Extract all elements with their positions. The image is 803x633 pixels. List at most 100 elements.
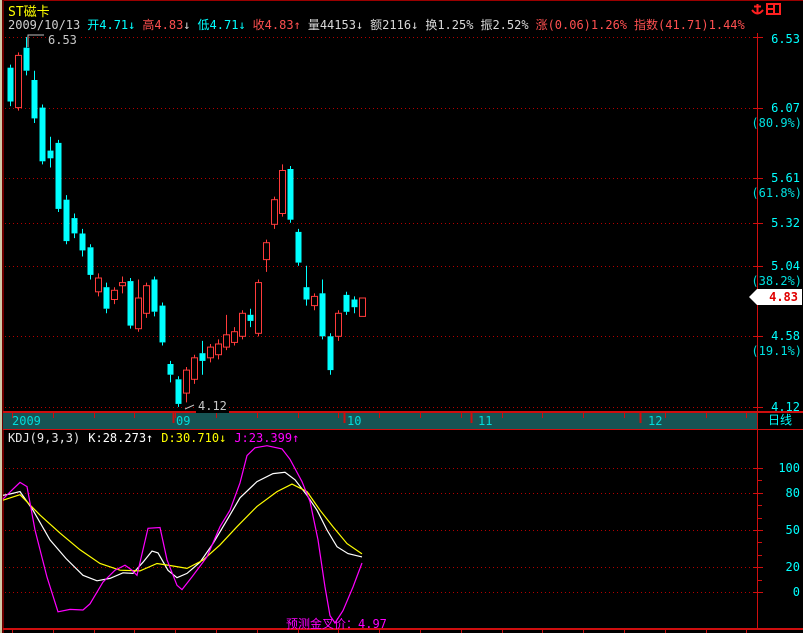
trend-arrow-icon: ↓ (238, 18, 246, 32)
trend-arrow-icon: ↓ (183, 18, 191, 32)
kdj-value-j: J:23.399↑ (234, 431, 300, 445)
kdj-axis-label: 20 (785, 559, 800, 574)
candle-down (351, 296, 358, 314)
kdj-j-line (2, 445, 363, 625)
chart-canvas (2, 34, 802, 633)
candle-up (207, 344, 214, 363)
info-bar: 2009/10/13 开4.71↓ 高4.83↓ 低4.71↓ 收4.83↑ 量44153… (8, 16, 759, 33)
month-label: 12 (648, 414, 663, 428)
candle-up (359, 297, 366, 317)
kdj-axis-label: 0 (792, 584, 800, 599)
candle-up (271, 196, 278, 229)
candle-up (15, 52, 22, 111)
candle-up (263, 239, 270, 272)
fib-percent-label: (61.8%) (751, 185, 802, 200)
current-price-tag: 4.83 (769, 290, 798, 304)
fib-percent-label: (38.2%) (751, 273, 802, 288)
candle-down (175, 376, 182, 407)
candle-down (47, 136, 54, 168)
candle-down (327, 333, 334, 375)
price-axis-label: 5.32 (771, 215, 800, 230)
candle-up (239, 310, 246, 340)
candle-down (31, 70, 38, 123)
price-axis-label: 5.61 (771, 170, 800, 185)
month-label: 11 (478, 414, 493, 428)
info-field: 额2116↓ (370, 18, 419, 32)
kdj-axis-label: 80 (785, 485, 800, 500)
candle-up (215, 339, 222, 360)
candle-up (183, 367, 190, 403)
candle-down (127, 277, 134, 329)
candle-up (335, 310, 342, 341)
window-left-border (2, 0, 4, 633)
fib-percent-label: (19.1%) (751, 343, 802, 358)
candle-up (279, 164, 286, 217)
price-axis-label: 6.53 (771, 32, 800, 46)
candle-down (159, 302, 166, 346)
fib-percent-label: (80.9%) (751, 115, 802, 130)
candle-up (255, 279, 262, 337)
candle-up (111, 287, 118, 305)
candle-down (87, 244, 94, 280)
candle-down (79, 228, 86, 257)
candle-up (191, 354, 198, 384)
anchor-icon[interactable] (750, 2, 765, 18)
date-axis-bar (3, 413, 758, 429)
trend-arrow-icon: ↓ (128, 18, 136, 32)
info-field: 低4.71↓ (197, 18, 246, 32)
high-price-label: 6.53 (46, 33, 79, 47)
kdj-header: KDJ(9,3,3) K:28.273↑ D:30.710↓ J:23.399↑ (8, 431, 315, 445)
candle-down (151, 276, 158, 317)
stock-chart-window: ST磁卡 2009/10/13 开4.71↓ 高4.83↓ 低4.71↓ 收4.83↑ 量… (0, 0, 803, 633)
year-label: 2009 (12, 414, 41, 428)
candle-down (295, 228, 302, 266)
info-field: 收4.83↑ (252, 18, 301, 32)
candle-up (231, 327, 238, 346)
info-field: 涨(0.06)1.26% (535, 18, 628, 32)
low-price-label: 4.12 (196, 399, 229, 413)
price-axis-label: 6.07 (771, 100, 800, 115)
info-field: 开4.71↓ (87, 18, 136, 32)
kdj-value-k: K:28.273↑ (88, 431, 154, 445)
trade-date: 2009/10/13 (8, 18, 81, 32)
month-label: 09 (176, 414, 191, 428)
high-label-connector (27, 34, 44, 47)
price-axis-label: 4.58 (771, 328, 800, 343)
split-window-icon[interactable] (766, 3, 782, 16)
month-label: 10 (347, 414, 362, 428)
golden-cross-forecast: 预测金叉价：4.97 (286, 617, 387, 631)
candle-down (23, 37, 30, 76)
candle-down (55, 139, 62, 212)
info-field: 量44153↓ (307, 18, 364, 32)
date-bar-bottom-border (3, 429, 803, 430)
candle-up (135, 279, 142, 332)
info-field: 指数(41.71)1.44% (634, 18, 745, 32)
candle-down (7, 64, 14, 107)
period-label[interactable]: 日线 (760, 413, 800, 428)
candle-down (71, 213, 78, 239)
candle-up (223, 314, 230, 351)
candle-down (319, 279, 326, 340)
candle-down (303, 265, 310, 306)
trend-arrow-icon: ↓ (355, 18, 364, 32)
kdj-axis-label: 50 (785, 522, 800, 537)
kdj-value-d: D:30.710↓ (161, 431, 227, 445)
candle-down (39, 104, 46, 165)
candle-down (103, 282, 110, 314)
candle-down (199, 340, 206, 375)
kdj-d-line (2, 483, 363, 572)
candle-up (311, 293, 318, 311)
kdj-axis-label: 100 (778, 460, 800, 475)
kdj-k-line (2, 471, 363, 582)
info-field: 高4.83↓ (142, 18, 191, 32)
price-axis-label: 4.12 (771, 399, 800, 414)
candle-down (247, 308, 254, 328)
candle-down (287, 165, 294, 223)
candle-up (119, 276, 126, 294)
trend-arrow-icon: ↑ (293, 18, 301, 32)
candle-up (143, 282, 150, 318)
window-top-border (0, 0, 803, 1)
candle-up (95, 273, 102, 297)
kdj-indicator-label: KDJ(9,3,3) (8, 431, 81, 445)
candle-down (343, 291, 350, 315)
